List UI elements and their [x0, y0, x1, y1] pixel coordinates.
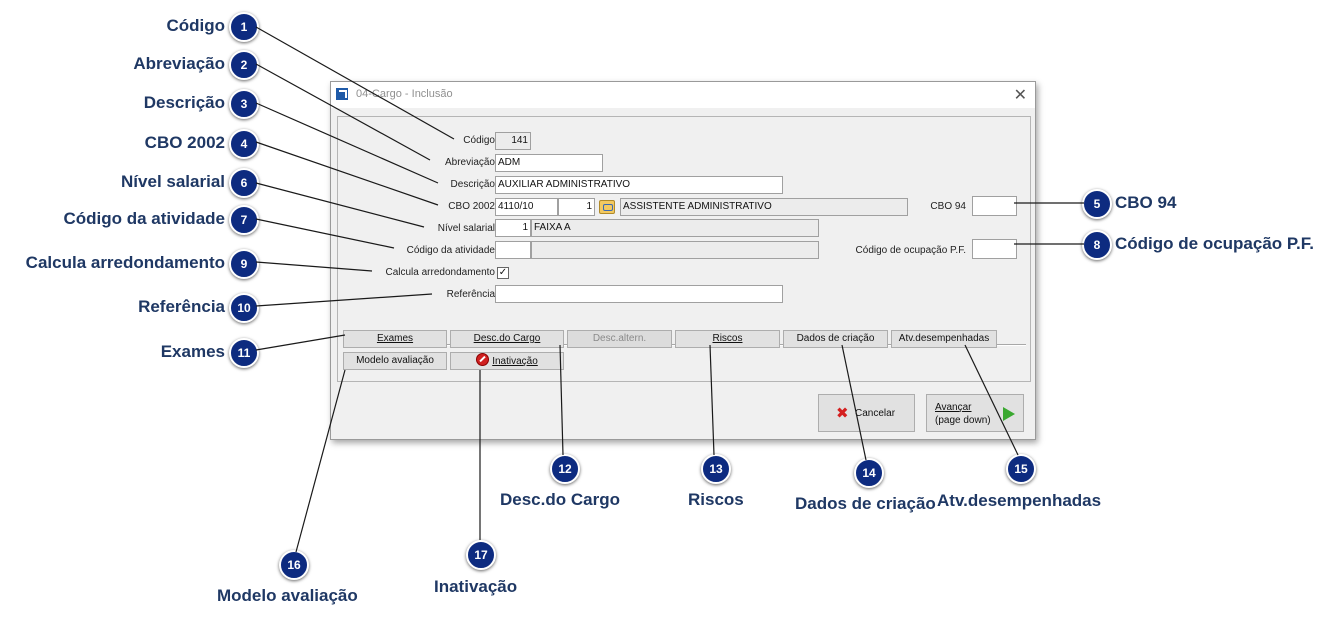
inativacao-icon — [476, 353, 490, 366]
callout-badge-8: 8 — [1082, 230, 1112, 260]
callout-label-13: Riscos — [688, 490, 744, 509]
callout-label-6: Nível salarial — [121, 172, 225, 191]
inativacao-button[interactable]: Inativação — [450, 352, 564, 370]
inativacao-button-label: Inativação — [492, 356, 538, 367]
callout-label-7: Código da atividade — [63, 209, 225, 228]
callout-badge-12: 12 — [550, 454, 580, 484]
callout-label-9: Calcula arredondamento — [25, 253, 225, 272]
codigo-atividade-field[interactable] — [495, 241, 531, 259]
modelo-avaliacao-button[interactable]: Modelo avaliação — [343, 352, 447, 370]
callout-label-10: Referência — [138, 297, 225, 316]
callout-label-5: CBO 94 — [1115, 193, 1177, 212]
cbo94-label: CBO 94 — [930, 201, 966, 212]
arrow-right-icon — [1003, 407, 1015, 421]
callout-label-8: Código de ocupação P.F. — [1115, 234, 1314, 253]
modelo-avaliacao-button-label: Modelo avaliação — [356, 355, 434, 366]
cancelar-button[interactable]: ✖ Cancelar — [818, 394, 915, 432]
callout-badge-10: 10 — [229, 293, 259, 323]
callout-label-3: Descrição — [143, 93, 225, 112]
callout-label-17: Inativação — [434, 577, 518, 596]
cbo2002-seq-field[interactable]: 1 — [558, 198, 595, 216]
title-bar: 04-Cargo - Inclusão ✕ — [331, 82, 1035, 108]
abreviacao-label: Abreviação — [444, 157, 495, 168]
callout-badge-13: 13 — [701, 454, 731, 484]
callout-badge-7: 7 — [229, 205, 259, 235]
atv-desempenhadas-button-label: Atv.desempenhadas — [898, 333, 990, 344]
callout-badge-2: 2 — [229, 50, 259, 80]
codigo-label: Código — [463, 135, 495, 146]
callout-badge-11: 11 — [229, 338, 259, 368]
riscos-button[interactable]: Riscos — [675, 330, 780, 348]
calcula-arredondamento-checkbox[interactable]: ✓ — [497, 267, 509, 279]
desc-cargo-button-label: Desc.do Cargo — [473, 333, 541, 344]
referencia-field[interactable] — [495, 285, 783, 303]
cbo2002-description: ASSISTENTE ADMINISTRATIVO — [620, 198, 908, 216]
avancar-sublabel: (page down) — [935, 415, 991, 426]
avancar-button[interactable]: Avançar (page down) — [926, 394, 1024, 432]
codigo-ocupacao-field[interactable] — [972, 239, 1017, 259]
callout-badge-17: 17 — [466, 540, 496, 570]
callout-badge-1: 1 — [229, 12, 259, 42]
nivel-salarial-description: FAIXA A — [531, 219, 819, 237]
close-icon[interactable]: ✕ — [1014, 85, 1027, 105]
abreviacao-field[interactable]: ADM — [495, 154, 603, 172]
callout-badge-15: 15 — [1006, 454, 1036, 484]
nivel-salarial-field[interactable]: 1 — [495, 219, 531, 237]
codigo-ocupacao-label: Código de ocupação P.F. — [855, 245, 966, 256]
lookup-icon[interactable] — [599, 200, 615, 214]
callout-label-2: Abreviação — [133, 54, 225, 73]
callout-label-11: Exames — [160, 342, 225, 361]
atv-desempenhadas-button[interactable]: Atv.desempenhadas — [891, 330, 997, 348]
codigo-atividade-description — [531, 241, 819, 259]
callout-label-1: Código — [166, 16, 225, 35]
callout-badge-3: 3 — [229, 89, 259, 119]
callout-label-15: Atv.desempenhadas — [937, 491, 1102, 510]
exames-button-label: Exames — [376, 333, 414, 344]
callout-label-4: CBO 2002 — [144, 133, 225, 152]
callout-label-12: Desc.do Cargo — [500, 490, 620, 509]
referencia-label: Referência — [446, 289, 495, 300]
cancelar-label: Cancelar — [855, 408, 896, 419]
callout-badge-4: 4 — [229, 129, 259, 159]
desc-cargo-button[interactable]: Desc.do Cargo — [450, 330, 564, 348]
form-panel: Código 141 Abreviação ADM Descrição AUXI… — [337, 116, 1031, 382]
cbo2002-label: CBO 2002 — [448, 201, 495, 212]
callout-badge-6: 6 — [229, 168, 259, 198]
nivel-salarial-label: Nível salarial — [437, 223, 495, 234]
avancar-label: Avançar — [935, 402, 972, 413]
exames-button[interactable]: Exames — [343, 330, 447, 348]
cbo2002-field[interactable]: 4110/10 — [495, 198, 558, 216]
app-icon — [336, 88, 348, 100]
callout-badge-14: 14 — [854, 458, 884, 488]
window-title: 04-Cargo - Inclusão — [356, 88, 453, 100]
riscos-button-label: Riscos — [712, 333, 743, 344]
calcula-arredondamento-label: Calcula arredondamento — [385, 267, 495, 278]
callout-badge-9: 9 — [229, 249, 259, 279]
descricao-label: Descrição — [450, 179, 495, 190]
callout-badge-5: 5 — [1082, 189, 1112, 219]
callout-label-14: Dados de criação — [795, 494, 936, 513]
descricao-field[interactable]: AUXILIAR ADMINISTRATIVO — [495, 176, 783, 194]
callout-badge-16: 16 — [279, 550, 309, 580]
dados-criacao-button[interactable]: Dados de criação — [783, 330, 888, 348]
cbo94-field[interactable] — [972, 196, 1017, 216]
callout-label-16: Modelo avaliação — [217, 586, 358, 605]
desc-altern-button[interactable]: Desc.altern. — [567, 330, 672, 348]
cargo-dialog: 04-Cargo - Inclusão ✕ Código 141 Abrevia… — [330, 81, 1036, 440]
codigo-atividade-label: Código da atividade — [406, 245, 495, 256]
dados-criacao-button-label: Dados de criação — [796, 333, 875, 344]
codigo-field[interactable]: 141 — [495, 132, 531, 150]
desc-altern-button-label: Desc.altern. — [592, 333, 647, 344]
cancel-icon: ✖ — [836, 405, 849, 422]
